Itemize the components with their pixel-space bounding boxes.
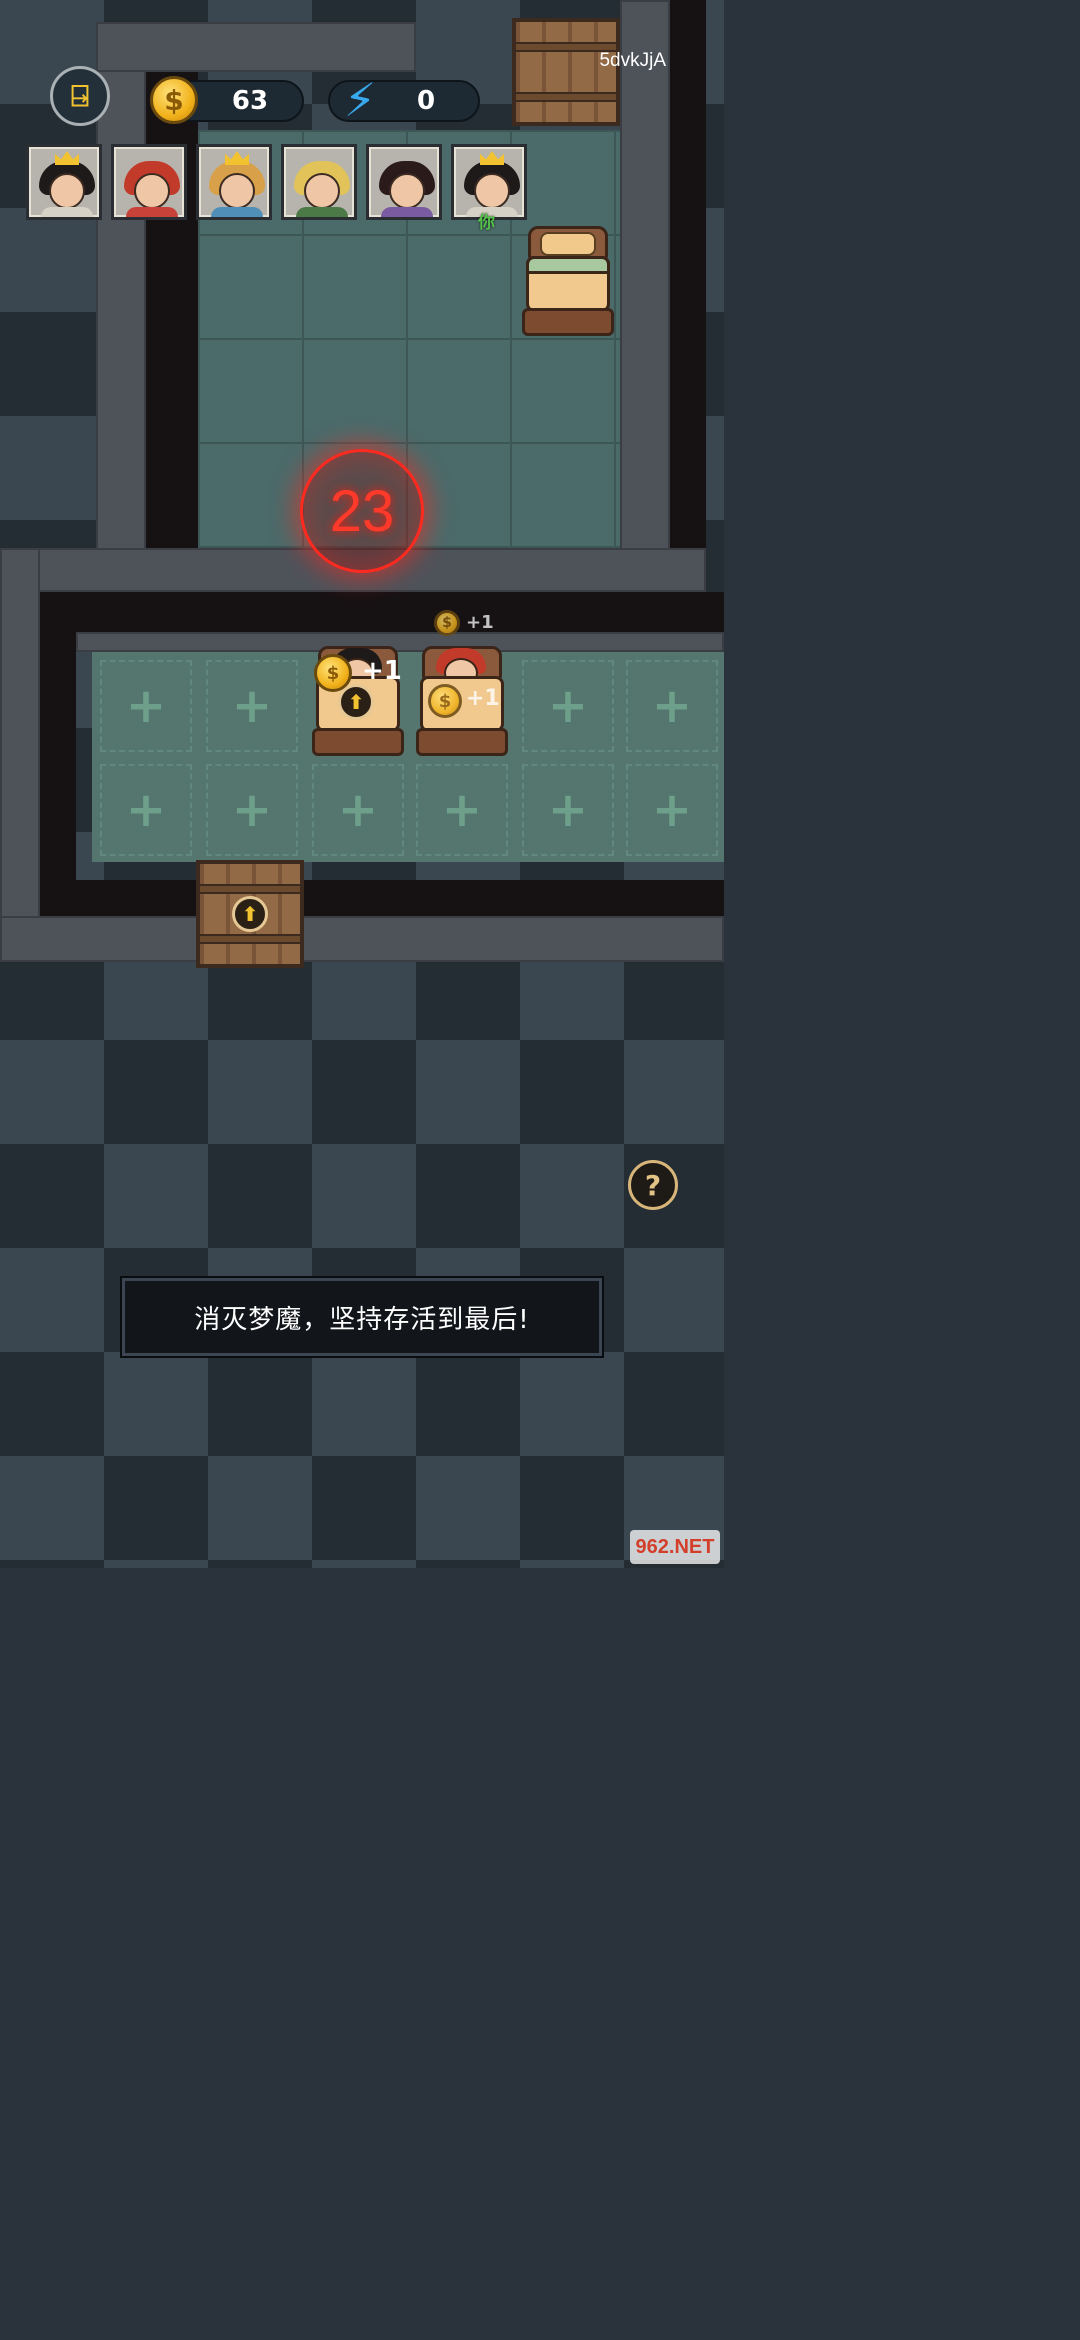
plus-icon: + — [441, 782, 483, 838]
coin-icon: $ — [314, 654, 352, 692]
empty-bed[interactable] — [522, 226, 614, 338]
bed-base — [416, 728, 508, 756]
bed-slot[interactable]: + — [312, 764, 404, 856]
upper-room-wall-top — [96, 22, 416, 72]
bed-slot[interactable]: + — [416, 764, 508, 856]
player-portrait-4[interactable] — [281, 144, 357, 220]
coin-icon: $ — [428, 684, 462, 718]
portrait-face — [49, 173, 85, 209]
lower-room-corridor-left — [40, 632, 76, 912]
crate-band — [200, 884, 300, 894]
lower-room-door-crate[interactable]: ⬆ — [196, 860, 304, 968]
bed-pillow — [540, 232, 596, 256]
portrait-shirt — [381, 207, 433, 217]
bed-base — [522, 308, 614, 336]
plus-icon: + — [337, 782, 379, 838]
lower-room-wall-bottom — [0, 916, 724, 962]
player-portrait-5[interactable] — [366, 144, 442, 220]
bed-slot[interactable]: + — [100, 660, 192, 752]
bed-upgrade-arrow-icon[interactable]: ⬆ — [338, 684, 374, 720]
bed-slot[interactable]: + — [100, 764, 192, 856]
plus-icon: + — [125, 678, 167, 734]
bed-sheet — [526, 256, 610, 274]
crate-band — [200, 934, 300, 944]
help-icon[interactable]: ? — [628, 1160, 678, 1210]
portrait-face — [304, 173, 340, 209]
bed-slot[interactable]: + — [626, 764, 718, 856]
bed-slot[interactable]: + — [522, 764, 614, 856]
coin-icon: $ — [150, 76, 198, 124]
plus-icon: + — [651, 782, 693, 838]
bed-slot[interactable]: + — [206, 764, 298, 856]
door-upgrade-arrow-icon[interactable]: ⬆ — [232, 896, 268, 932]
crate-band — [516, 92, 616, 102]
crown-icon — [225, 151, 249, 165]
lower-room-corridor-top — [40, 592, 724, 632]
bed-base — [312, 728, 404, 756]
income-label-bed-1: +1 — [362, 656, 402, 686]
upper-room-door-crate[interactable] — [512, 18, 620, 126]
portrait-face — [219, 173, 255, 209]
objective-tip-text: 消灭梦魔，坚持存活到最后! — [194, 1304, 530, 1335]
you-indicator: 你 — [478, 213, 495, 233]
room-code: 5dvkJjA — [599, 50, 666, 71]
bed-slot[interactable]: + — [522, 660, 614, 752]
portrait-shirt — [126, 207, 178, 217]
objective-tip-banner: 消灭梦魔，坚持存活到最后! — [122, 1278, 602, 1356]
portrait-face — [389, 173, 425, 209]
upper-room-corridor-right — [670, 0, 706, 640]
portrait-shirt — [41, 207, 93, 217]
player-portrait-3[interactable] — [196, 144, 272, 220]
crown-icon — [55, 151, 79, 165]
bed-slot[interactable]: + — [626, 660, 718, 752]
portrait-shirt — [211, 207, 263, 217]
plus-icon: + — [547, 678, 589, 734]
energy-count-value: 0 — [416, 86, 436, 116]
player-portrait-2[interactable] — [111, 144, 187, 220]
site-watermark: 962.NET — [630, 1530, 720, 1564]
lower-room-wall-left — [0, 548, 40, 958]
lower-room-corridor-bottom — [40, 880, 724, 916]
countdown-timer: 23 — [300, 449, 424, 573]
portrait-shirt — [296, 207, 348, 217]
coin-count-value: 63 — [231, 86, 269, 116]
plus-icon: + — [125, 782, 167, 838]
plus-icon: + — [231, 678, 273, 734]
income-label-bed-2: +1 — [466, 686, 500, 711]
upper-room-wall-right — [620, 0, 670, 560]
crown-icon — [480, 151, 504, 165]
portrait-face — [134, 173, 170, 209]
bed-slot[interactable]: + — [206, 660, 298, 752]
coin-icon: $ — [434, 610, 460, 636]
lightning-bolt-icon: ⚡ — [343, 73, 377, 127]
plus-icon: + — [547, 782, 589, 838]
plus-icon: + — [231, 782, 273, 838]
portrait-face — [474, 173, 510, 209]
exit-door-icon[interactable]: ⍈ — [50, 66, 110, 126]
income-label-bed-2-top: +1 — [466, 612, 494, 633]
plus-icon: + — [651, 678, 693, 734]
player-portrait-1[interactable] — [26, 144, 102, 220]
